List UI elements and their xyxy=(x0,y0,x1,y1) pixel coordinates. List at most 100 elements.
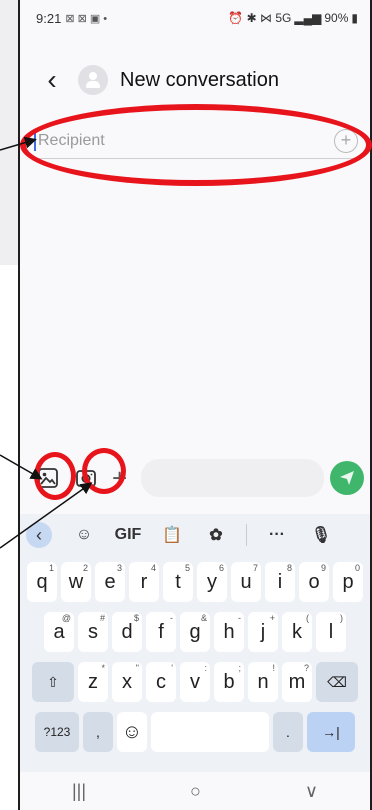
recents-button[interactable]: ||| xyxy=(72,781,86,802)
add-recipient-button[interactable]: + xyxy=(334,129,358,153)
notification-icons: ⊠ ⊠ ▣ • xyxy=(65,12,108,25)
clipboard-icon[interactable]: 📋 xyxy=(150,525,194,545)
key-w[interactable]: w2 xyxy=(61,562,91,602)
emoji-key[interactable]: ☺ xyxy=(117,712,147,752)
key-o[interactable]: o9 xyxy=(299,562,329,602)
recipient-input[interactable] xyxy=(36,132,334,150)
keyboard-row-3: ⇧ z * x " c ' v: b; n! m? ⌫ xyxy=(20,662,370,702)
gallery-button[interactable] xyxy=(34,464,62,492)
shift-key[interactable]: ⇧ xyxy=(32,662,74,702)
attach-more-button[interactable]: + xyxy=(112,465,127,491)
key-label: j xyxy=(260,620,266,643)
key-z[interactable]: z * xyxy=(78,662,108,702)
key-hint: ' xyxy=(171,663,173,673)
battery-icon: ▮ xyxy=(351,11,358,25)
page-title: New conversation xyxy=(120,68,279,91)
key-hint: 9 xyxy=(320,563,326,573)
key-p[interactable]: p0 xyxy=(333,562,363,602)
key-g[interactable]: g & xyxy=(180,612,210,652)
back-button[interactable]: ‹ xyxy=(32,66,72,94)
send-icon xyxy=(340,471,354,485)
navigation-bar: ||| ○ ∨ xyxy=(20,772,370,810)
key-hint: : xyxy=(204,663,207,673)
keyboard-row-3-letters: z * x " c ' v: b; n! m? xyxy=(76,662,314,702)
key-r[interactable]: r4 xyxy=(129,562,159,602)
period-key[interactable]: . xyxy=(273,712,303,752)
nav-back-button[interactable]: ∨ xyxy=(305,781,318,802)
avatar xyxy=(78,65,108,95)
microphone-icon[interactable]: 🎙 xyxy=(299,525,343,545)
key-b[interactable]: b; xyxy=(214,662,244,702)
recipient-field[interactable]: + xyxy=(34,124,358,159)
key-c[interactable]: c ' xyxy=(146,662,176,702)
status-bar: 9:21 ⊠ ⊠ ▣ • ⏰ ✱ ⋈ 5G ▂▄▆ 90% ▮ xyxy=(36,8,358,28)
key-label: n xyxy=(257,670,269,693)
space-key[interactable] xyxy=(151,712,269,752)
key-label: v xyxy=(190,670,200,693)
key-x[interactable]: x " xyxy=(112,662,142,702)
key-m[interactable]: m? xyxy=(282,662,312,702)
keyboard-row-4: ?123 , ☺ . →| xyxy=(20,712,370,752)
gif-button[interactable]: GIF xyxy=(106,526,150,544)
key-hint: 1 xyxy=(48,563,54,573)
more-options-button[interactable]: ··· xyxy=(255,526,299,544)
key-label: w xyxy=(68,570,84,593)
key-n[interactable]: n! xyxy=(248,662,278,702)
key-hint: # xyxy=(99,613,105,623)
key-hint: 4 xyxy=(150,563,156,573)
keyboard-row-1: q1w2e3r4t5y6u7i8o9p0 xyxy=(20,562,370,602)
background-panel xyxy=(0,0,18,265)
signal-icon: ▂▄▆ xyxy=(294,11,322,25)
battery-level: 90% xyxy=(324,11,349,25)
key-label: u xyxy=(240,570,252,593)
key-label: g xyxy=(189,620,201,643)
key-hint: 3 xyxy=(116,563,122,573)
key-k[interactable]: k( xyxy=(282,612,312,652)
key-label: q xyxy=(36,570,48,593)
comma-key[interactable]: , xyxy=(83,712,113,752)
send-button[interactable] xyxy=(330,461,364,495)
phone-screen: 9:21 ⊠ ⊠ ▣ • ⏰ ✱ ⋈ 5G ▂▄▆ 90% ▮ ‹ New co… xyxy=(18,0,372,810)
key-a[interactable]: a @ xyxy=(44,612,74,652)
key-t[interactable]: t5 xyxy=(163,562,193,602)
keyboard-row-2: a @ s # d $ f - g & h - j + k(l) xyxy=(20,612,370,652)
emoji-sticker-icon[interactable]: ☺ xyxy=(62,526,106,544)
key-hint: 5 xyxy=(184,563,190,573)
next-key[interactable]: →| xyxy=(307,712,355,752)
key-hint: - xyxy=(170,613,173,623)
key-y[interactable]: y6 xyxy=(197,562,227,602)
backspace-key[interactable]: ⌫ xyxy=(316,662,358,702)
key-v[interactable]: v: xyxy=(180,662,210,702)
message-input[interactable] xyxy=(141,459,324,497)
key-hint: 6 xyxy=(218,563,224,573)
image-icon xyxy=(38,468,58,488)
key-j[interactable]: j + xyxy=(248,612,278,652)
key-hint: @ xyxy=(61,613,71,623)
symbols-key[interactable]: ?123 xyxy=(35,712,79,752)
home-button[interactable]: ○ xyxy=(190,781,201,802)
key-hint: ! xyxy=(272,663,275,673)
key-hint: 7 xyxy=(252,563,258,573)
key-hint: ) xyxy=(340,613,343,623)
key-i[interactable]: i8 xyxy=(265,562,295,602)
key-h[interactable]: h- xyxy=(214,612,244,652)
keyboard: ‹ ☺ GIF 📋 ✿ ··· 🎙 q1w2e3r4t5y6u7i8o9p0 a… xyxy=(20,514,370,772)
key-label: b xyxy=(223,670,235,693)
key-d[interactable]: d $ xyxy=(112,612,142,652)
camera-icon xyxy=(76,470,96,487)
key-label: p xyxy=(342,570,354,593)
settings-icon[interactable]: ✿ xyxy=(194,525,238,545)
key-hint: $ xyxy=(133,613,139,623)
key-e[interactable]: e3 xyxy=(95,562,125,602)
key-u[interactable]: u7 xyxy=(231,562,261,602)
key-label: e xyxy=(104,570,116,593)
key-hint: * xyxy=(101,663,105,673)
key-label: t xyxy=(175,570,181,593)
key-l[interactable]: l) xyxy=(316,612,346,652)
key-f[interactable]: f- xyxy=(146,612,176,652)
camera-button[interactable] xyxy=(72,464,100,492)
status-icons: ⏰ ✱ ⋈ 5G xyxy=(228,11,292,25)
chevron-left-icon[interactable]: ‹ xyxy=(26,522,52,548)
key-q[interactable]: q1 xyxy=(27,562,57,602)
key-s[interactable]: s # xyxy=(78,612,108,652)
